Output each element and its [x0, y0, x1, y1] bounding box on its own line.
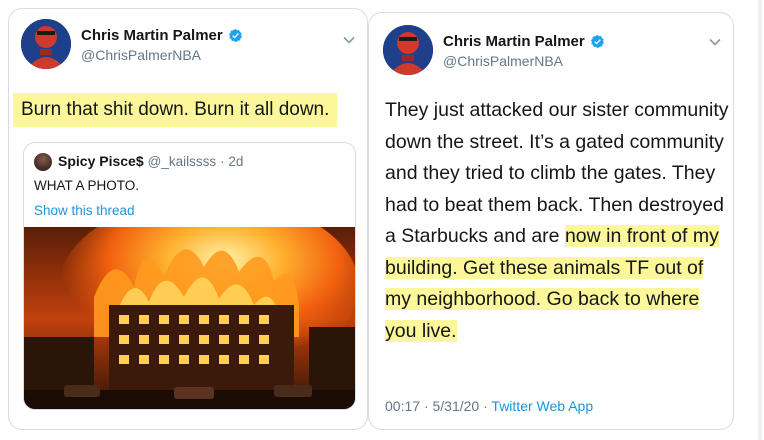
show-thread-link[interactable]: Show this thread [34, 203, 135, 218]
scrollbar[interactable] [758, 0, 762, 440]
meta-separator: · [423, 398, 429, 414]
quoted-author-avatar[interactable] [34, 153, 52, 171]
meta-separator: · [483, 398, 488, 414]
verified-badge-icon [590, 34, 604, 49]
author-handle[interactable]: @ChrisPalmerNBA [443, 53, 563, 69]
quoted-tweet-text: WHAT A PHOTO. [34, 178, 140, 193]
tweet-card-left[interactable]: Chris Martin Palmer @ChrisPalmerNBA Burn… [8, 8, 368, 430]
quoted-tweet-age[interactable]: · 2d [220, 154, 243, 169]
quoted-tweet-photo[interactable] [24, 227, 355, 409]
tweet-text: Burn that shit down. Burn it all down. [13, 93, 338, 127]
quoted-author-name[interactable]: Spicy Pisce$ [58, 153, 144, 169]
author-avatar[interactable] [383, 25, 433, 75]
tweet-source-link[interactable]: Twitter Web App [491, 398, 593, 414]
tweet-timestamp: 00:17 · 5/31/20 · Twitter Web App [385, 398, 593, 414]
tweet-date[interactable]: 5/31/20 [433, 398, 480, 414]
tweet-card-right[interactable]: Chris Martin Palmer @ChrisPalmerNBA They… [368, 12, 734, 430]
verified-badge-icon [228, 28, 242, 43]
author-name[interactable]: Chris Martin Palmer [443, 33, 585, 50]
author-handle[interactable]: @ChrisPalmerNBA [81, 47, 201, 63]
quoted-tweet[interactable]: Spicy Pisce$ @_kailssss · 2d WHAT A PHOT… [23, 142, 356, 410]
author-avatar[interactable] [21, 19, 71, 69]
chevron-down-icon[interactable] [342, 33, 356, 47]
chevron-down-icon[interactable] [708, 35, 722, 49]
tweet-time[interactable]: 00:17 [385, 398, 420, 414]
author-name[interactable]: Chris Martin Palmer [81, 27, 223, 44]
tweet-text: They just attacked our sister community … [385, 95, 730, 347]
quoted-author-handle[interactable]: @_kailssss [148, 154, 216, 169]
